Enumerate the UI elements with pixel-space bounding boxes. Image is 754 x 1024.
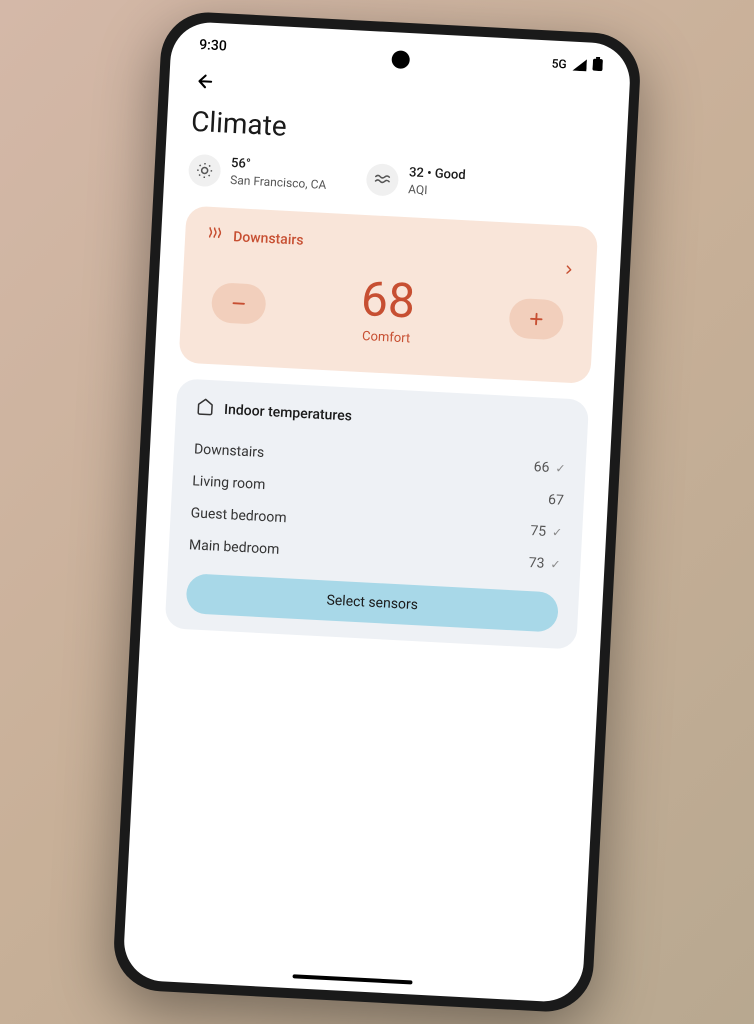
status-right: 5G [551, 55, 603, 75]
sensors-header: Indoor temperatures [196, 398, 569, 439]
select-sensors-button[interactable]: Select sensors [185, 574, 559, 633]
sensor-name: Guest bedroom [190, 506, 287, 527]
sensor-value-wrap: 67 [548, 492, 565, 509]
aqi-label: AQI [408, 182, 465, 201]
battery-icon [592, 57, 603, 75]
phone-screen: 9:30 5G Climate [122, 21, 632, 1004]
heat-icon [205, 225, 224, 248]
thermostat-header: Downstairs [205, 225, 578, 266]
weather-item[interactable]: 56° San Francisco, CA [188, 154, 328, 194]
sensors-title: Indoor temperatures [224, 402, 353, 425]
aqi-item[interactable]: 32 • Good AQI [366, 163, 466, 201]
sensor-temp: 75 [530, 524, 547, 541]
back-button[interactable] [193, 69, 218, 94]
sensors-card: Indoor temperatures Downstairs 66 ✓ Livi… [165, 379, 590, 650]
zone-label: Downstairs [233, 230, 304, 250]
sensor-value-wrap: 73 ✓ [528, 556, 561, 574]
sensor-temp: 67 [548, 492, 565, 509]
home-icon [196, 398, 215, 421]
sensor-temp: 73 [528, 556, 545, 573]
phone-frame: 9:30 5G Climate [112, 10, 643, 1014]
sensor-name: Downstairs [194, 442, 265, 462]
thermostat-card[interactable]: Downstairs 68 Comfort [179, 206, 599, 384]
aqi-text: 32 • Good AQI [408, 165, 466, 200]
network-label: 5G [551, 56, 567, 71]
sensor-value-wrap: 66 ✓ [533, 460, 566, 478]
sensor-value-wrap: 75 ✓ [530, 524, 563, 542]
home-indicator[interactable] [292, 974, 412, 984]
content-area: Climate 56° San Francisco, CA [140, 96, 628, 660]
thermostat-controls: 68 Comfort [200, 259, 576, 363]
sensor-name: Living room [192, 474, 266, 494]
status-time: 9:30 [199, 37, 227, 54]
check-icon: ✓ [552, 526, 563, 541]
weather-text: 56° San Francisco, CA [230, 156, 328, 193]
sun-icon [188, 154, 222, 188]
temp-value: 68 [360, 275, 416, 326]
check-icon: ✓ [555, 462, 566, 477]
temp-increase-button[interactable] [508, 298, 564, 341]
signal-icon [572, 58, 587, 71]
temp-display: 68 Comfort [359, 275, 416, 347]
sensor-name: Main bedroom [189, 538, 280, 559]
check-icon: ✓ [550, 558, 561, 573]
sensor-temp: 66 [533, 460, 550, 477]
weather-row: 56° San Francisco, CA 32 • Good AQI [188, 154, 601, 208]
temp-mode: Comfort [359, 329, 414, 347]
temp-decrease-button[interactable] [211, 282, 267, 325]
aqi-icon [366, 163, 400, 197]
chevron-right-icon[interactable] [561, 262, 576, 282]
